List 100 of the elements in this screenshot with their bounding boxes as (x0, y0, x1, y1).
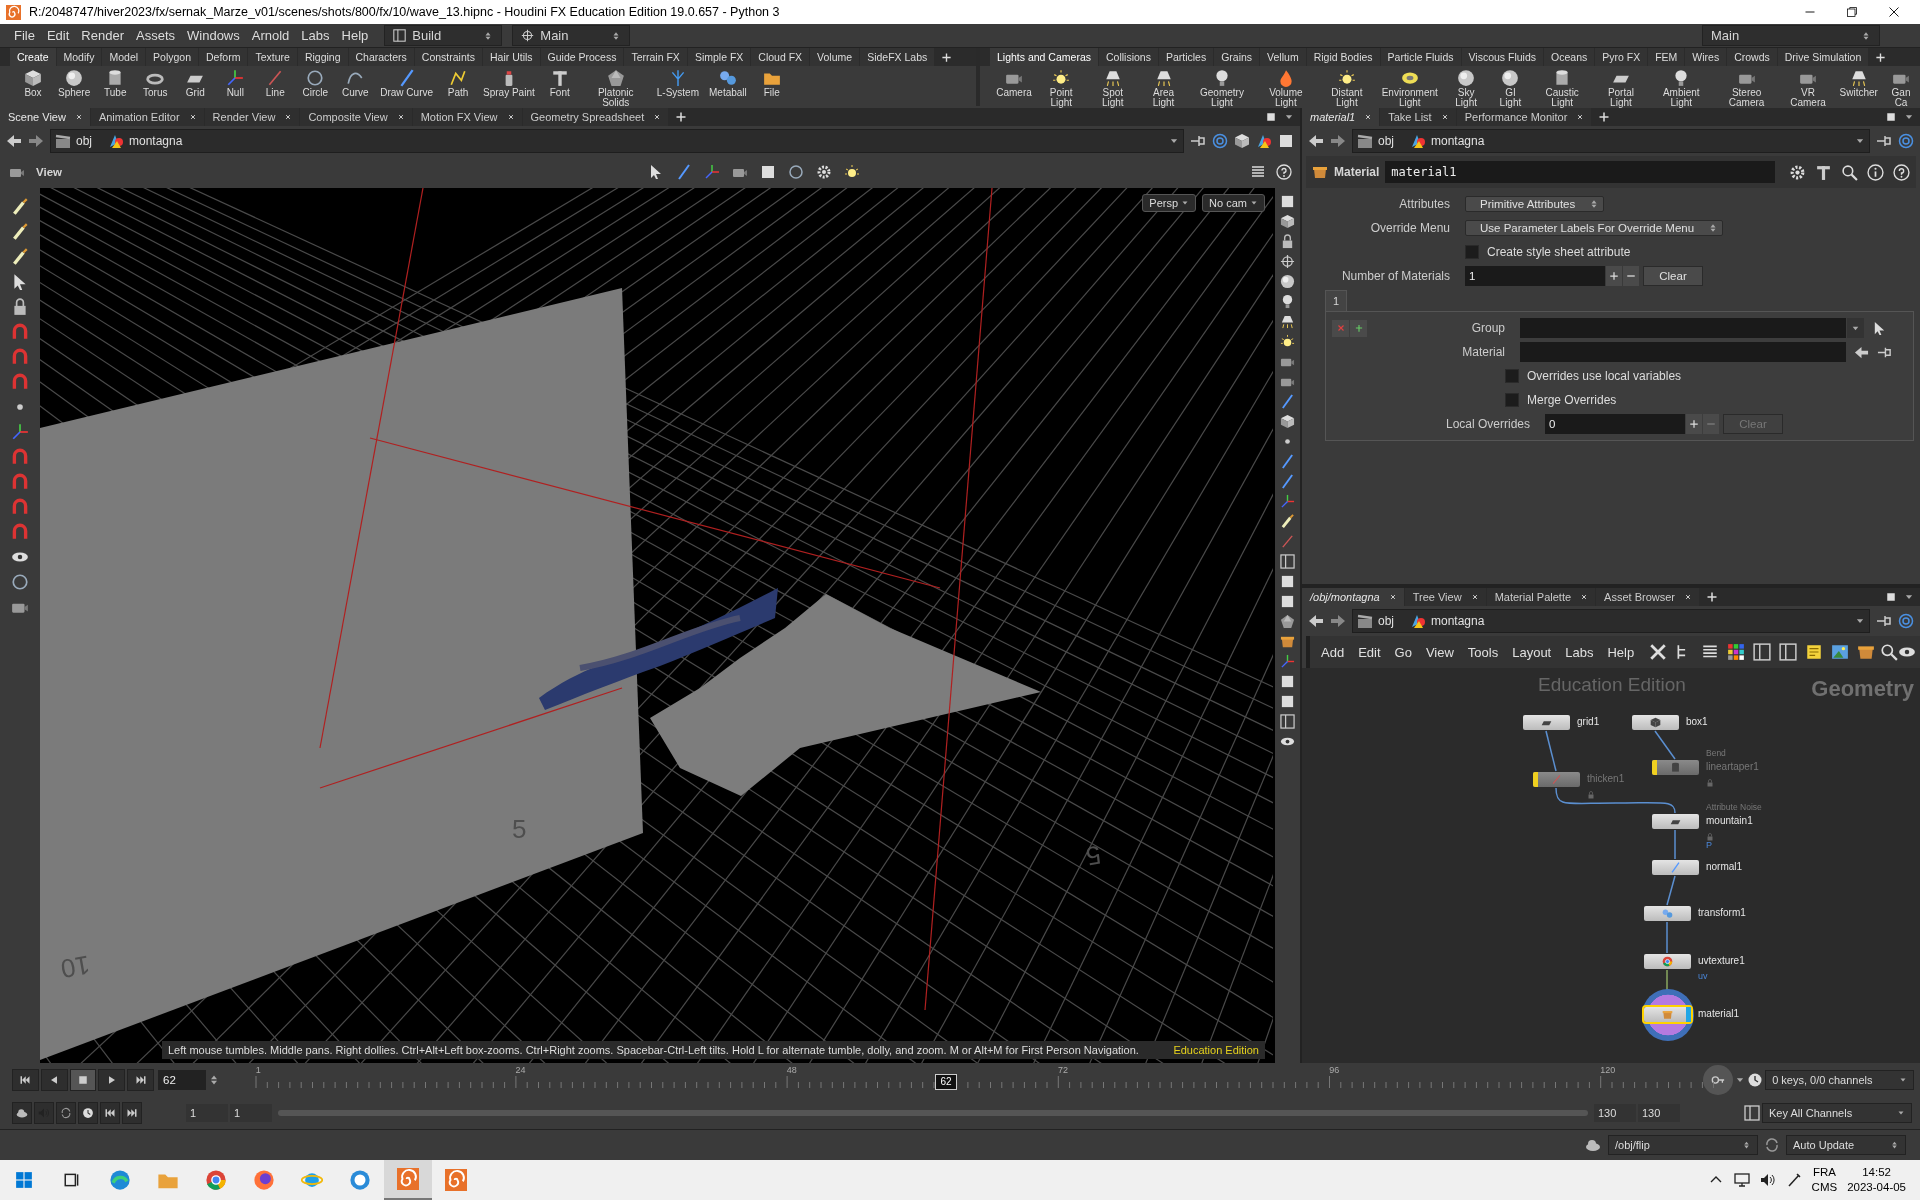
view-menu[interactable]: Persp (1142, 194, 1197, 212)
shelf-tool[interactable]: Curve (336, 69, 375, 98)
path-crumb[interactable]: montagna (108, 133, 193, 149)
menu-item[interactable]: Tools (1460, 644, 1506, 660)
menu-item[interactable]: Help (335, 28, 375, 43)
shelf-tool[interactable]: Environment Light (1377, 69, 1442, 108)
shelf-tab[interactable]: Volume (810, 48, 860, 66)
shelf-tab[interactable]: Terrain FX (624, 48, 687, 66)
menu-item[interactable]: File (8, 28, 41, 43)
pane-tab[interactable]: Geometry Spreadsheet (522, 108, 669, 126)
shelf-tab[interactable]: Collisions (1098, 48, 1158, 66)
clear-button[interactable]: Clear (1643, 266, 1703, 286)
shelf-tool[interactable]: Tube (96, 69, 135, 98)
path-crumb[interactable]: montagna (1410, 613, 1495, 629)
pane-tab[interactable]: Composite View (300, 108, 412, 126)
shelf-tool[interactable]: Gan Ca (1882, 69, 1920, 108)
shelf-tool[interactable]: Circle (296, 69, 335, 98)
number-field[interactable]: 1 (1465, 266, 1605, 286)
shelf-tab[interactable]: Wires (1685, 48, 1727, 66)
shelf-tab[interactable]: Grains (1214, 48, 1260, 66)
pane-tab[interactable]: Tree View (1404, 588, 1486, 606)
desktop-menu[interactable]: Main (1702, 25, 1880, 46)
dropdown-menu[interactable]: Use Parameter Labels For Override Menu (1465, 220, 1724, 236)
shelf-tool[interactable]: GI Light (1490, 69, 1531, 108)
menu-item[interactable]: Help (1600, 644, 1642, 660)
desktop-menu[interactable]: Main (512, 25, 631, 46)
clock-date[interactable]: 2023-04-05 (1847, 1180, 1906, 1195)
shelf-tool[interactable]: Box (14, 69, 52, 98)
shelf-tool[interactable]: Font (540, 69, 579, 98)
shelf-tool[interactable]: Point Light (1036, 69, 1087, 108)
shelf-tool[interactable]: Switcher (1837, 69, 1881, 98)
menu-item[interactable]: Labs (1558, 644, 1601, 660)
menu-item[interactable]: Labs (295, 28, 336, 43)
key-channels-menu[interactable]: Key All Channels (1762, 1102, 1912, 1123)
shelf-tab[interactable]: Deform (199, 48, 248, 66)
range-start-field[interactable]: 1 (230, 1103, 272, 1122)
shelf-tab[interactable]: Particles (1158, 48, 1214, 66)
view-menu[interactable]: No cam (1202, 194, 1265, 212)
shelf-tab[interactable]: Rigid Bodies (1306, 48, 1380, 66)
shelf-tool[interactable]: Sphere (54, 69, 95, 98)
keyboard-layout[interactable]: CMS (1811, 1180, 1838, 1195)
pane-tab[interactable]: Animation Editor (90, 108, 204, 126)
desktop-menu[interactable]: Build (384, 25, 503, 46)
shelf-tool[interactable]: Null (216, 69, 255, 98)
shelf-tool[interactable]: L-System (652, 69, 703, 98)
shelf-tool[interactable]: Metaball (705, 69, 751, 98)
shelf-tool[interactable]: VR Camera (1780, 69, 1836, 108)
shelf-tool[interactable]: Grid (176, 69, 215, 98)
shelf-tab[interactable]: Guide Process (540, 48, 624, 66)
shelf-tool[interactable]: Line (256, 69, 295, 98)
shelf-tab[interactable]: Vellum (1260, 48, 1306, 66)
shelf-tool[interactable]: Distant Light (1317, 69, 1376, 108)
node-name-field[interactable]: material1 (1385, 161, 1775, 183)
shelf-tool[interactable]: Sky Light (1443, 69, 1489, 108)
update-mode-menu[interactable]: Auto Update (1786, 1135, 1906, 1155)
shelf-tab[interactable]: Lights and Cameras (990, 48, 1098, 66)
shelf-tab[interactable]: Oceans (1544, 48, 1595, 66)
pane-tab[interactable]: Scene View (0, 108, 90, 126)
path-menu[interactable]: /obj/flip (1608, 1135, 1758, 1155)
dropdown-menu[interactable]: Primitive Attributes (1465, 196, 1605, 212)
menu-item[interactable]: Edit (40, 28, 76, 43)
shelf-tool[interactable]: Volume Light (1255, 69, 1316, 108)
shelf-tab[interactable]: Simple FX (687, 48, 751, 66)
pane-tab[interactable]: Take List (1380, 108, 1456, 126)
shelf-tool[interactable]: Area Light (1139, 69, 1189, 108)
pane-tab[interactable]: Render View (204, 108, 300, 126)
pane-tab[interactable]: Motion FX View (412, 108, 522, 126)
shelf-tab[interactable]: Create (10, 48, 56, 66)
shelf-tab[interactable]: Hair Utils (482, 48, 540, 66)
pane-tab[interactable]: Performance Monitor (1456, 108, 1592, 126)
shelf-tab[interactable]: Constraints (414, 48, 482, 66)
shelf-tab[interactable]: Polygon (146, 48, 198, 66)
shelf-tool[interactable]: Ambient Light (1649, 69, 1713, 108)
menu-item[interactable]: Go (1387, 644, 1419, 660)
shelf-tab[interactable]: Viscous Fluids (1461, 48, 1544, 66)
shelf-tool[interactable]: Platonic Solids (580, 69, 651, 108)
menu-item[interactable]: View (1418, 644, 1461, 660)
path-crumb[interactable]: obj (55, 133, 102, 149)
start-frame-field[interactable]: 1 (186, 1103, 228, 1122)
shelf-tab[interactable]: SideFX Labs (860, 48, 935, 66)
shelf-tab[interactable]: Modify (56, 48, 102, 66)
end-frame-field[interactable]: 130 (1638, 1103, 1680, 1122)
shelf-tool[interactable]: Portal Light (1594, 69, 1648, 108)
shelf-tool[interactable]: Stereo Camera (1714, 69, 1779, 108)
shelf-tab[interactable]: Drive Simulation (1777, 48, 1869, 66)
range-end-field[interactable]: 130 (1594, 1103, 1636, 1122)
playhead-marker[interactable]: 62 (934, 1073, 957, 1090)
shelf-tool[interactable]: File (752, 69, 791, 98)
shelf-tool[interactable]: Spot Light (1088, 69, 1138, 108)
shelf-tab[interactable]: Crowds (1727, 48, 1777, 66)
pane-tab[interactable]: material1 (1302, 108, 1380, 126)
shelf-tool[interactable]: Draw Curve (376, 69, 438, 98)
pane-tab[interactable]: /obj/montagna (1302, 588, 1404, 606)
menu-item[interactable]: Arnold (245, 28, 296, 43)
shelf-tool[interactable]: Caustic Light (1532, 69, 1593, 108)
shelf-tab[interactable]: Texture (248, 48, 297, 66)
pane-tab[interactable]: Asset Browser (1596, 588, 1699, 606)
shelf-tool[interactable]: Camera (994, 69, 1034, 98)
path-crumb[interactable]: montagna (1410, 133, 1495, 149)
menu-item[interactable]: Render (75, 28, 130, 43)
